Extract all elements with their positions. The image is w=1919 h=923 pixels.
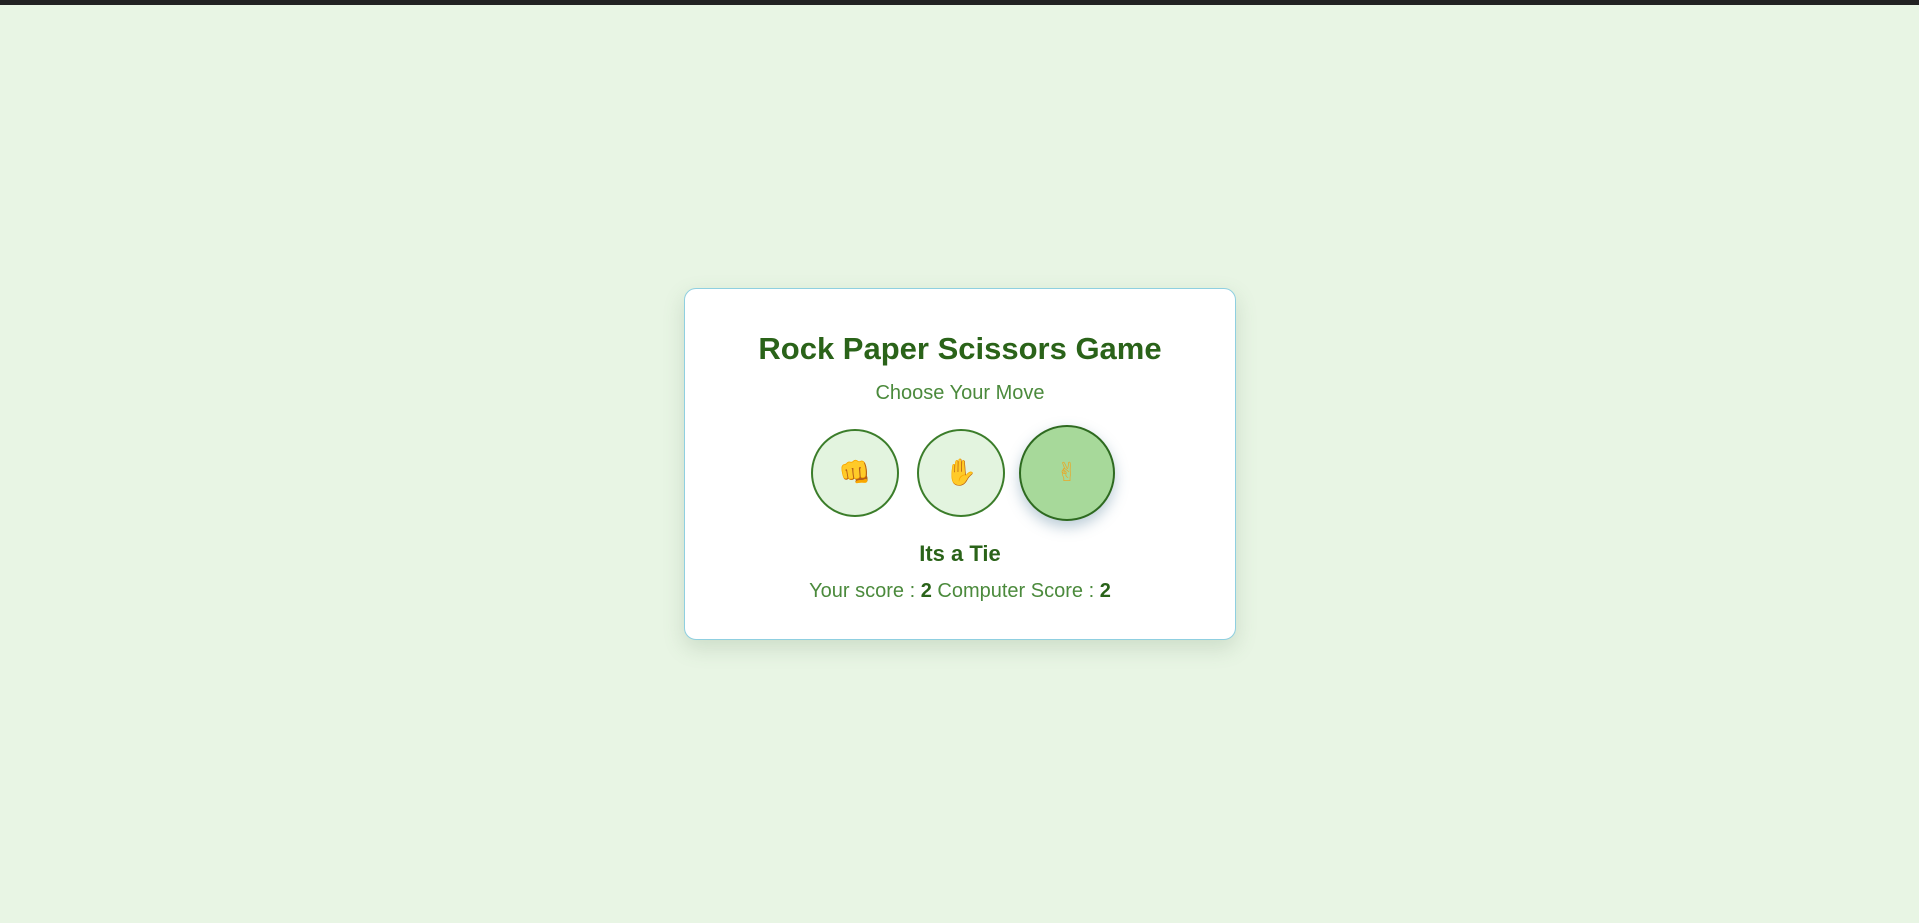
game-title: Rock Paper Scissors Game (758, 331, 1162, 366)
game-card: Rock Paper Scissors Game Choose Your Mov… (684, 288, 1236, 640)
computer-score-label: Computer Score : (931, 580, 1100, 602)
result-message: Its a Tie (919, 541, 1001, 566)
choose-move-prompt: Choose Your Move (875, 382, 1045, 404)
choices-row: 👊 ✋ ✌ (685, 424, 1235, 524)
victory-hand-icon: ✌ (1056, 458, 1078, 488)
user-score-value: 2 (920, 580, 932, 602)
score-line: Your score : 2 Computer Score : 2 (685, 579, 1235, 603)
user-score-label: Your score : (809, 580, 921, 602)
fist-icon: 👊 (838, 458, 872, 488)
window-top-bar (0, 0, 1919, 5)
computer-score-value: 2 (1099, 580, 1111, 602)
raised-hand-icon: ✋ (944, 458, 978, 488)
rock-button[interactable]: 👊 (811, 429, 899, 517)
scissors-button[interactable]: ✌ (1019, 425, 1115, 521)
paper-button[interactable]: ✋ (917, 429, 1005, 517)
